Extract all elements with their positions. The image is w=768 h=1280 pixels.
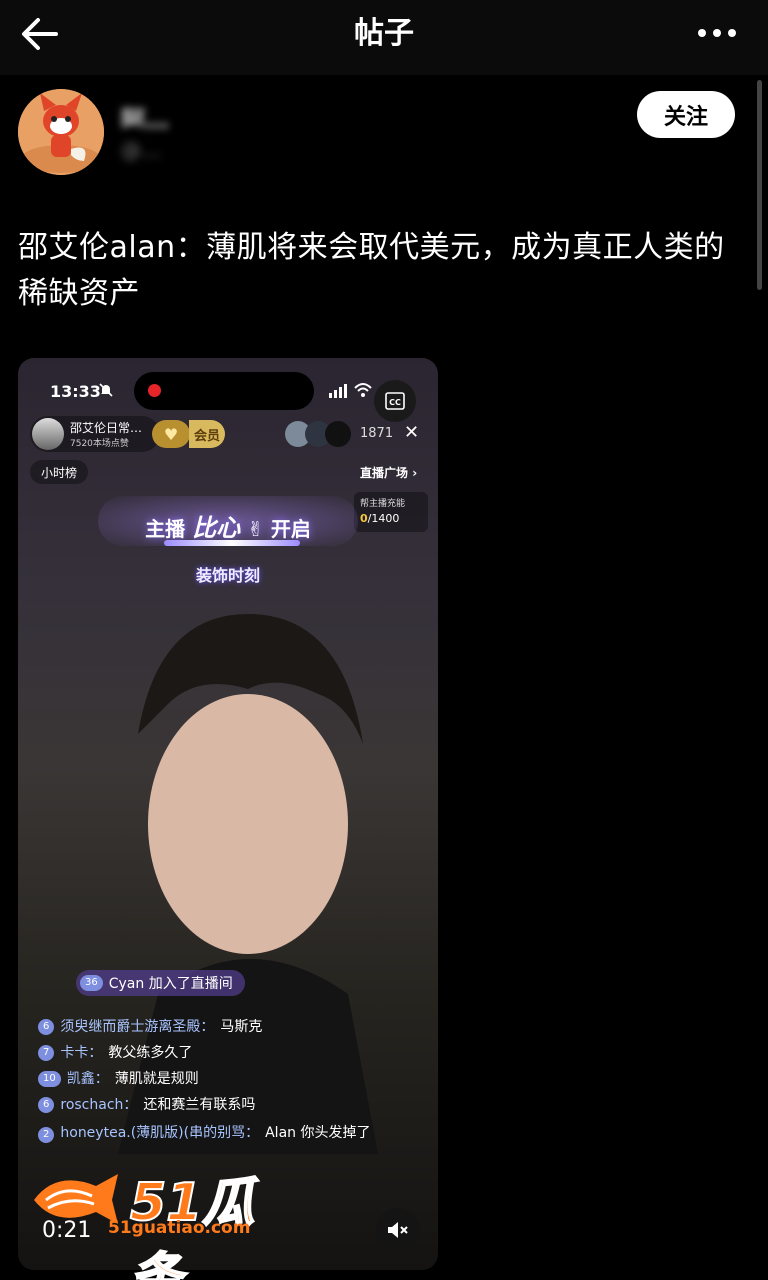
heart-event-banner: 主播 比心 ✌ 开启 装饰时刻 — [98, 482, 358, 598]
page-title: 帖子 — [354, 16, 414, 51]
author-handle: @… — [121, 138, 161, 162]
charge-box[interactable]: 帮主播充能 0/1400 — [354, 492, 428, 532]
site-watermark: 51瓜条 51guatiao.com — [26, 1160, 306, 1280]
charge-label: 帮主播充能 — [360, 499, 406, 509]
live-plaza-label: 直播广场 — [360, 466, 409, 480]
streamer-likes: 7520本场点赞 — [70, 439, 129, 449]
level-badge: 2 — [38, 1127, 55, 1143]
author-avatar[interactable] — [18, 89, 104, 175]
close-live-button[interactable]: ✕ — [404, 422, 419, 443]
viewer-avatars[interactable] — [284, 420, 352, 448]
join-level-badge: 36 — [80, 975, 103, 991]
comment-text: Alan 你头发掉了 — [265, 1125, 371, 1141]
streamer-avatar — [32, 418, 64, 450]
join-message: 36 Cyan 加入了直播间 — [76, 970, 245, 996]
streamer-name: 邵艾伦日常… — [70, 421, 143, 435]
recording-dot-icon — [148, 384, 161, 397]
level-badge: 6 — [38, 1019, 55, 1035]
comment-item: 10 凯鑫： 薄肌就是规则 — [38, 1066, 388, 1092]
join-text: Cyan 加入了直播间 — [108, 976, 233, 992]
comment-user[interactable]: 凯鑫： — [67, 1066, 109, 1092]
chevron-right-icon: › — [412, 466, 418, 480]
author-name[interactable]: 阿… — [121, 100, 291, 128]
comment-text: 教父练多久了 — [108, 1045, 193, 1061]
banner-suffix: 开启 — [270, 517, 311, 541]
charge-value: 0/1400 — [360, 512, 399, 525]
svg-text:CC: CC — [389, 398, 401, 407]
member-badge[interactable]: 会员 — [189, 420, 225, 448]
fox-avatar-icon — [18, 89, 104, 175]
comment-item: 6 roschach： 还和赛兰有联系吗 — [38, 1092, 388, 1118]
speaker-muted-icon — [388, 1222, 408, 1238]
banner-sub: 装饰时刻 — [195, 566, 260, 585]
charge-current: 0 — [360, 512, 368, 525]
comment-text: 薄肌就是规则 — [114, 1071, 199, 1087]
finger-heart-icon: ✌ — [247, 517, 264, 541]
closed-captions-icon: CC — [385, 392, 405, 410]
comment-user[interactable]: honeytea.(薄肌版)(串的别骂： — [60, 1125, 259, 1141]
wifi-icon — [354, 383, 372, 397]
heart-badge-icon[interactable]: ♥ — [152, 420, 190, 448]
comment-text: 马斯克 — [220, 1019, 263, 1035]
watermark-url: 51guatiao.com — [108, 1218, 251, 1238]
level-badge: 10 — [38, 1071, 61, 1087]
hourly-rank-button[interactable]: 小时榜 — [30, 460, 88, 484]
level-badge: 7 — [38, 1045, 55, 1061]
more-options-button[interactable] — [696, 18, 738, 48]
bell-off-icon — [99, 383, 113, 397]
banner-progress-bar — [164, 540, 300, 546]
top-bar: 帖子 — [0, 0, 768, 75]
status-time: 13:33 — [50, 382, 101, 401]
comment-item: 2 honeytea.(薄肌版)(串的别骂： Alan 你头发掉了 — [38, 1118, 388, 1144]
viewer-count: 1871 — [360, 426, 394, 441]
comment-text: 还和赛兰有联系吗 — [143, 1097, 256, 1113]
banner-prefix: 主播 — [145, 517, 186, 541]
live-plaza-link[interactable]: 直播广场 › — [360, 464, 417, 481]
signal-icon — [329, 384, 347, 398]
charge-total: /1400 — [367, 512, 400, 525]
comment-user[interactable]: roschach： — [60, 1092, 137, 1118]
scrollbar[interactable] — [757, 80, 762, 290]
banner-big: 比心 — [192, 514, 241, 542]
dynamic-island — [134, 372, 314, 410]
comment-item: 7 卡卡： 教父练多久了 — [38, 1040, 388, 1066]
post-text: 邵艾伦alan：薄肌将来会取代美元，成为真正人类的稀缺资产 — [18, 230, 725, 311]
more-horizontal-icon — [698, 29, 736, 37]
captions-button[interactable]: CC — [374, 380, 416, 422]
follow-button[interactable]: 关注 — [637, 91, 735, 138]
comment-list: 6 须臾继而爵士游离圣殿： 马斯克 7 卡卡： 教父练多久了 10 凯鑫： 薄肌… — [38, 1014, 388, 1144]
banner-main: 主播 比心 ✌ 开启 — [98, 508, 358, 543]
streamer-chip[interactable]: 邵艾伦日常… 7520本场点赞 — [30, 416, 160, 452]
mute-button[interactable] — [376, 1208, 420, 1252]
level-badge: 6 — [38, 1097, 55, 1113]
comment-user[interactable]: 卡卡： — [60, 1040, 102, 1066]
post-video[interactable]: 13:33 CC 邵艾伦日常… 7520本场点赞 ♥ 会员 1871 ✕ 小时榜… — [18, 358, 438, 1270]
comment-item: 6 须臾继而爵士游离圣殿： 马斯克 — [38, 1014, 388, 1040]
comment-user[interactable]: 须臾继而爵士游离圣殿： — [60, 1014, 214, 1040]
